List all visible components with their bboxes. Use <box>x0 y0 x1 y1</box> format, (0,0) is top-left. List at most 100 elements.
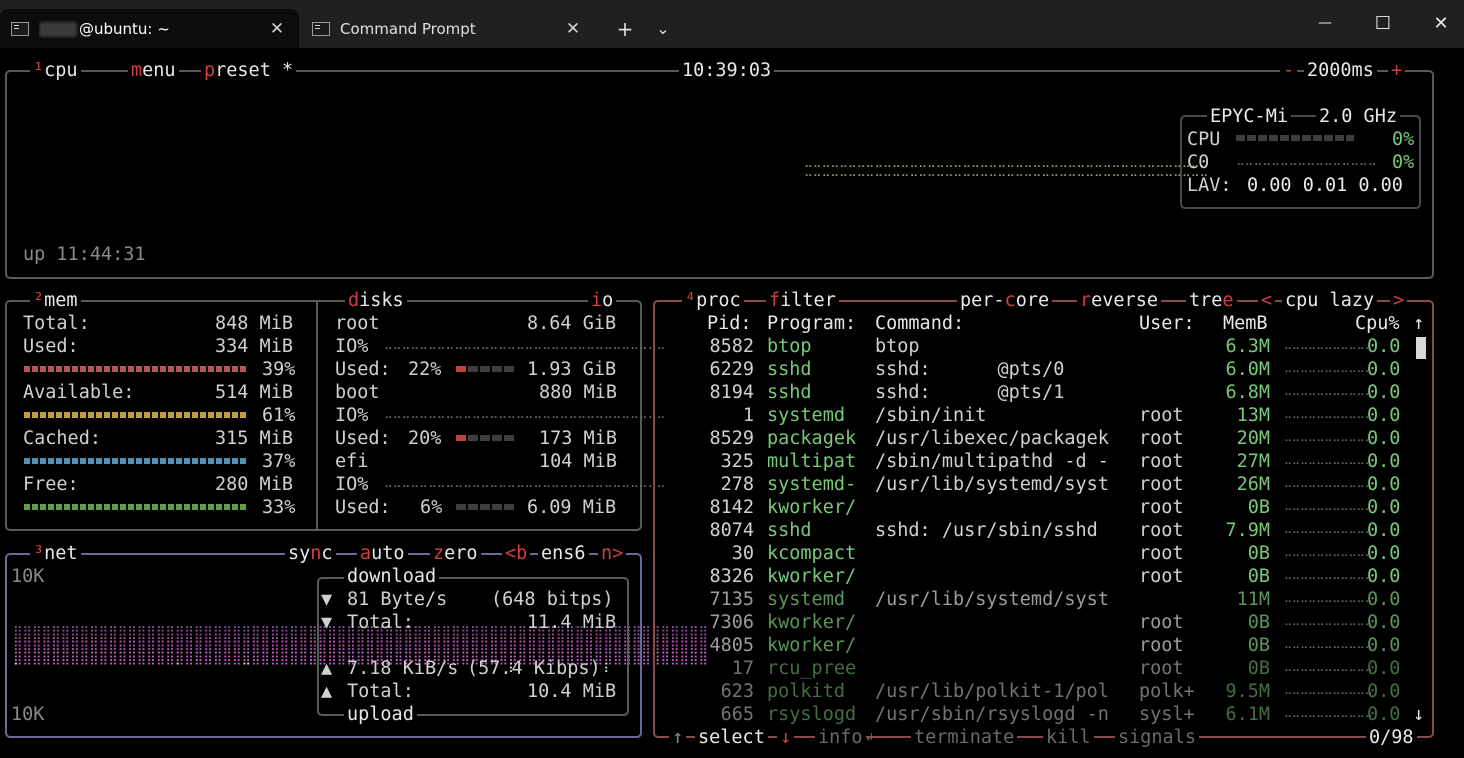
kill-button[interactable]: kill <box>1043 726 1094 749</box>
col-mem[interactable]: MemB <box>1223 312 1268 335</box>
new-tab-button[interactable]: + <box>607 9 643 48</box>
terminate-button[interactable]: terminate <box>911 726 1018 749</box>
tab-ubuntu[interactable]: @ubuntu: ~ ✕ <box>0 9 299 48</box>
next-interface-button[interactable]: n> <box>598 542 627 565</box>
proc-cell-mem: 9.5M <box>1225 681 1270 702</box>
tab-command-prompt[interactable]: Command Prompt ✕ <box>301 9 595 48</box>
proc-cpu-graph: ⠤⠤⠤⠤⠤⠤⠤⠤⠤⠤⠤ <box>1284 432 1373 445</box>
mem-available-label: Available: <box>23 382 135 403</box>
info-button[interactable]: info <box>815 726 866 749</box>
sort-field: cpu lazy <box>1282 289 1378 312</box>
disk-io-label: IO% <box>335 405 369 426</box>
sort-prev-button[interactable]: < <box>1258 289 1276 312</box>
proc-cell-mem: 20M <box>1236 428 1270 449</box>
sort-next-button[interactable]: > <box>1390 289 1408 312</box>
upload-bits: (57.4 Kibps) <box>467 658 601 679</box>
enter-icon: ↲ <box>866 730 874 744</box>
col-user[interactable]: User: <box>1139 312 1195 335</box>
io-toggle[interactable]: io <box>588 289 617 312</box>
proc-cell-pid: 1 <box>742 405 754 426</box>
interval-increase[interactable]: + <box>1388 59 1406 82</box>
interval-decrease[interactable]: - <box>1280 59 1298 82</box>
cpu-panel-title[interactable]: ¹cpu <box>30 59 81 82</box>
proc-cell-command: /sbin/init <box>875 405 987 426</box>
proc-cell-mem: 13M <box>1236 405 1270 426</box>
scrollbar-thumb[interactable] <box>1416 337 1426 359</box>
col-pid[interactable]: Pid: <box>707 312 752 335</box>
proc-cell-program: kworker/ <box>767 566 857 587</box>
net-scale-top: 10K <box>11 566 45 587</box>
disk-used-pct: 22% <box>408 359 442 380</box>
terminal-area[interactable]: ¹cpu menu preset * 10:39:03 - 2000ms + ⠤… <box>0 48 1464 758</box>
proc-cell-pid: 278 <box>720 474 754 495</box>
proc-cell-program: kworker/ <box>767 635 857 656</box>
title-bar: @ubuntu: ~ ✕ Command Prompt ✕ + ⌄ — ☐ ✕ <box>0 0 1464 48</box>
disk-used-value: 6.09 MiB <box>527 497 617 518</box>
proc-cell-mem: 6.3M <box>1225 336 1270 357</box>
proc-cell-pid: 8326 <box>709 566 754 587</box>
proc-cell-pid: 8529 <box>709 428 754 449</box>
mem-used-label: Used: <box>23 336 79 357</box>
minimize-button[interactable]: — <box>1296 0 1354 46</box>
proc-cell-pid: 665 <box>720 704 754 725</box>
proc-cell-program: polkitd <box>767 681 845 702</box>
filter-button[interactable]: filter <box>766 289 839 312</box>
col-program[interactable]: Program: <box>767 312 856 335</box>
mem-used-value: 334 MiB <box>215 336 293 357</box>
disk-used-bar <box>456 435 514 441</box>
proc-cell-user: root <box>1139 658 1184 679</box>
sync-toggle[interactable]: sync <box>285 542 336 565</box>
auto-toggle[interactable]: auto <box>357 542 408 565</box>
maximize-button[interactable]: ☐ <box>1354 0 1412 46</box>
signals-button[interactable]: signals <box>1115 726 1199 749</box>
proc-cell-mem: 26M <box>1236 474 1270 495</box>
net-panel-title[interactable]: ³net <box>30 542 81 565</box>
tab-dropdown-button[interactable]: ⌄ <box>645 9 681 48</box>
proc-cpu-graph: ⠤⠤⠤⠤⠤⠤⠤⠤⠤⠤⠤ <box>1284 547 1373 560</box>
scroll-down-icon[interactable]: ↓ <box>1413 703 1424 726</box>
down-arrow-icon: ▼ <box>321 589 333 610</box>
mem-free-value: 280 MiB <box>215 474 293 495</box>
mem-panel-title[interactable]: ²mem <box>30 289 81 312</box>
select-down-icon[interactable]: ↓ <box>777 726 795 749</box>
net-interface: ens6 <box>538 542 589 565</box>
proc-cell-program: rcu_pree <box>767 658 857 679</box>
disk-io-graph: ⠤⠤⠤⠤⠤⠤⠤⠤⠤⠤⠤⠤⠤⠤⠤⠤⠤⠤⠤⠤⠤⠤⠤⠤⠤⠤⠤⠤⠤⠤⠤⠤ <box>384 477 666 491</box>
proc-cell-pid: 7135 <box>709 589 754 610</box>
cpu-row-label: CPU <box>1187 129 1221 150</box>
disk-name: root <box>335 313 380 334</box>
download-rate: 81 Byte/s <box>347 589 448 610</box>
mem-cached-value: 315 MiB <box>215 428 293 449</box>
per-core-toggle[interactable]: per-core <box>957 289 1053 312</box>
col-cpu[interactable]: Cpu% <box>1355 312 1400 335</box>
mem-used-pct: 39% <box>262 359 296 380</box>
disks-panel-title[interactable]: disks <box>345 289 407 312</box>
update-interval: 2000ms <box>1304 59 1377 82</box>
preset-button[interactable]: preset * <box>201 59 297 82</box>
proc-cell-command: /usr/sbin/rsyslogd -n <box>875 704 1109 725</box>
close-tab-icon[interactable]: ✕ <box>263 19 291 39</box>
proc-cell-program: systemd <box>767 405 845 426</box>
scroll-up-icon[interactable]: ↑ <box>1413 312 1424 335</box>
cpu-graph: ⠤⠤⠤⠤⠤⠤⠤⠤⠤⠤⠤⠤⠤⠤⠤⠤⠤⠤⠤⠤⠤⠤⠤⠤⠤⠤⠤⠤⠤⠤⠤⠤⠤⠤⠤⠤⠤⠤⠤⠤… <box>804 157 1209 180</box>
proc-cell-mem: 7.9M <box>1225 520 1270 541</box>
close-window-button[interactable]: ✕ <box>1412 0 1464 46</box>
proc-cpu-graph: ⠤⠤⠤⠤⠤⠤⠤⠤⠤⠤⠤ <box>1284 524 1373 537</box>
col-command[interactable]: Command: <box>875 312 964 335</box>
disk-used-pct: 20% <box>408 428 442 449</box>
proc-cell-program: btop <box>767 336 812 357</box>
proc-cell-command: btop <box>875 336 920 357</box>
select-up-icon[interactable]: ↑ <box>669 726 687 749</box>
reverse-toggle[interactable]: reverse <box>1077 289 1161 312</box>
tree-toggle[interactable]: tree <box>1186 289 1237 312</box>
zero-toggle[interactable]: zero <box>430 542 481 565</box>
download-total-label: Total: <box>347 612 414 633</box>
proc-cell-user: root <box>1139 635 1184 656</box>
proc-panel-title[interactable]: ⁴proc <box>682 289 744 312</box>
close-tab-icon[interactable]: ✕ <box>559 19 587 39</box>
menu-button[interactable]: menu <box>128 59 179 82</box>
download-total: 11.4 MiB <box>527 612 617 633</box>
up-arrow-icon: ▲ <box>321 658 333 679</box>
disk-used-value: 173 MiB <box>539 428 617 449</box>
prev-interface-button[interactable]: <b <box>502 542 531 565</box>
